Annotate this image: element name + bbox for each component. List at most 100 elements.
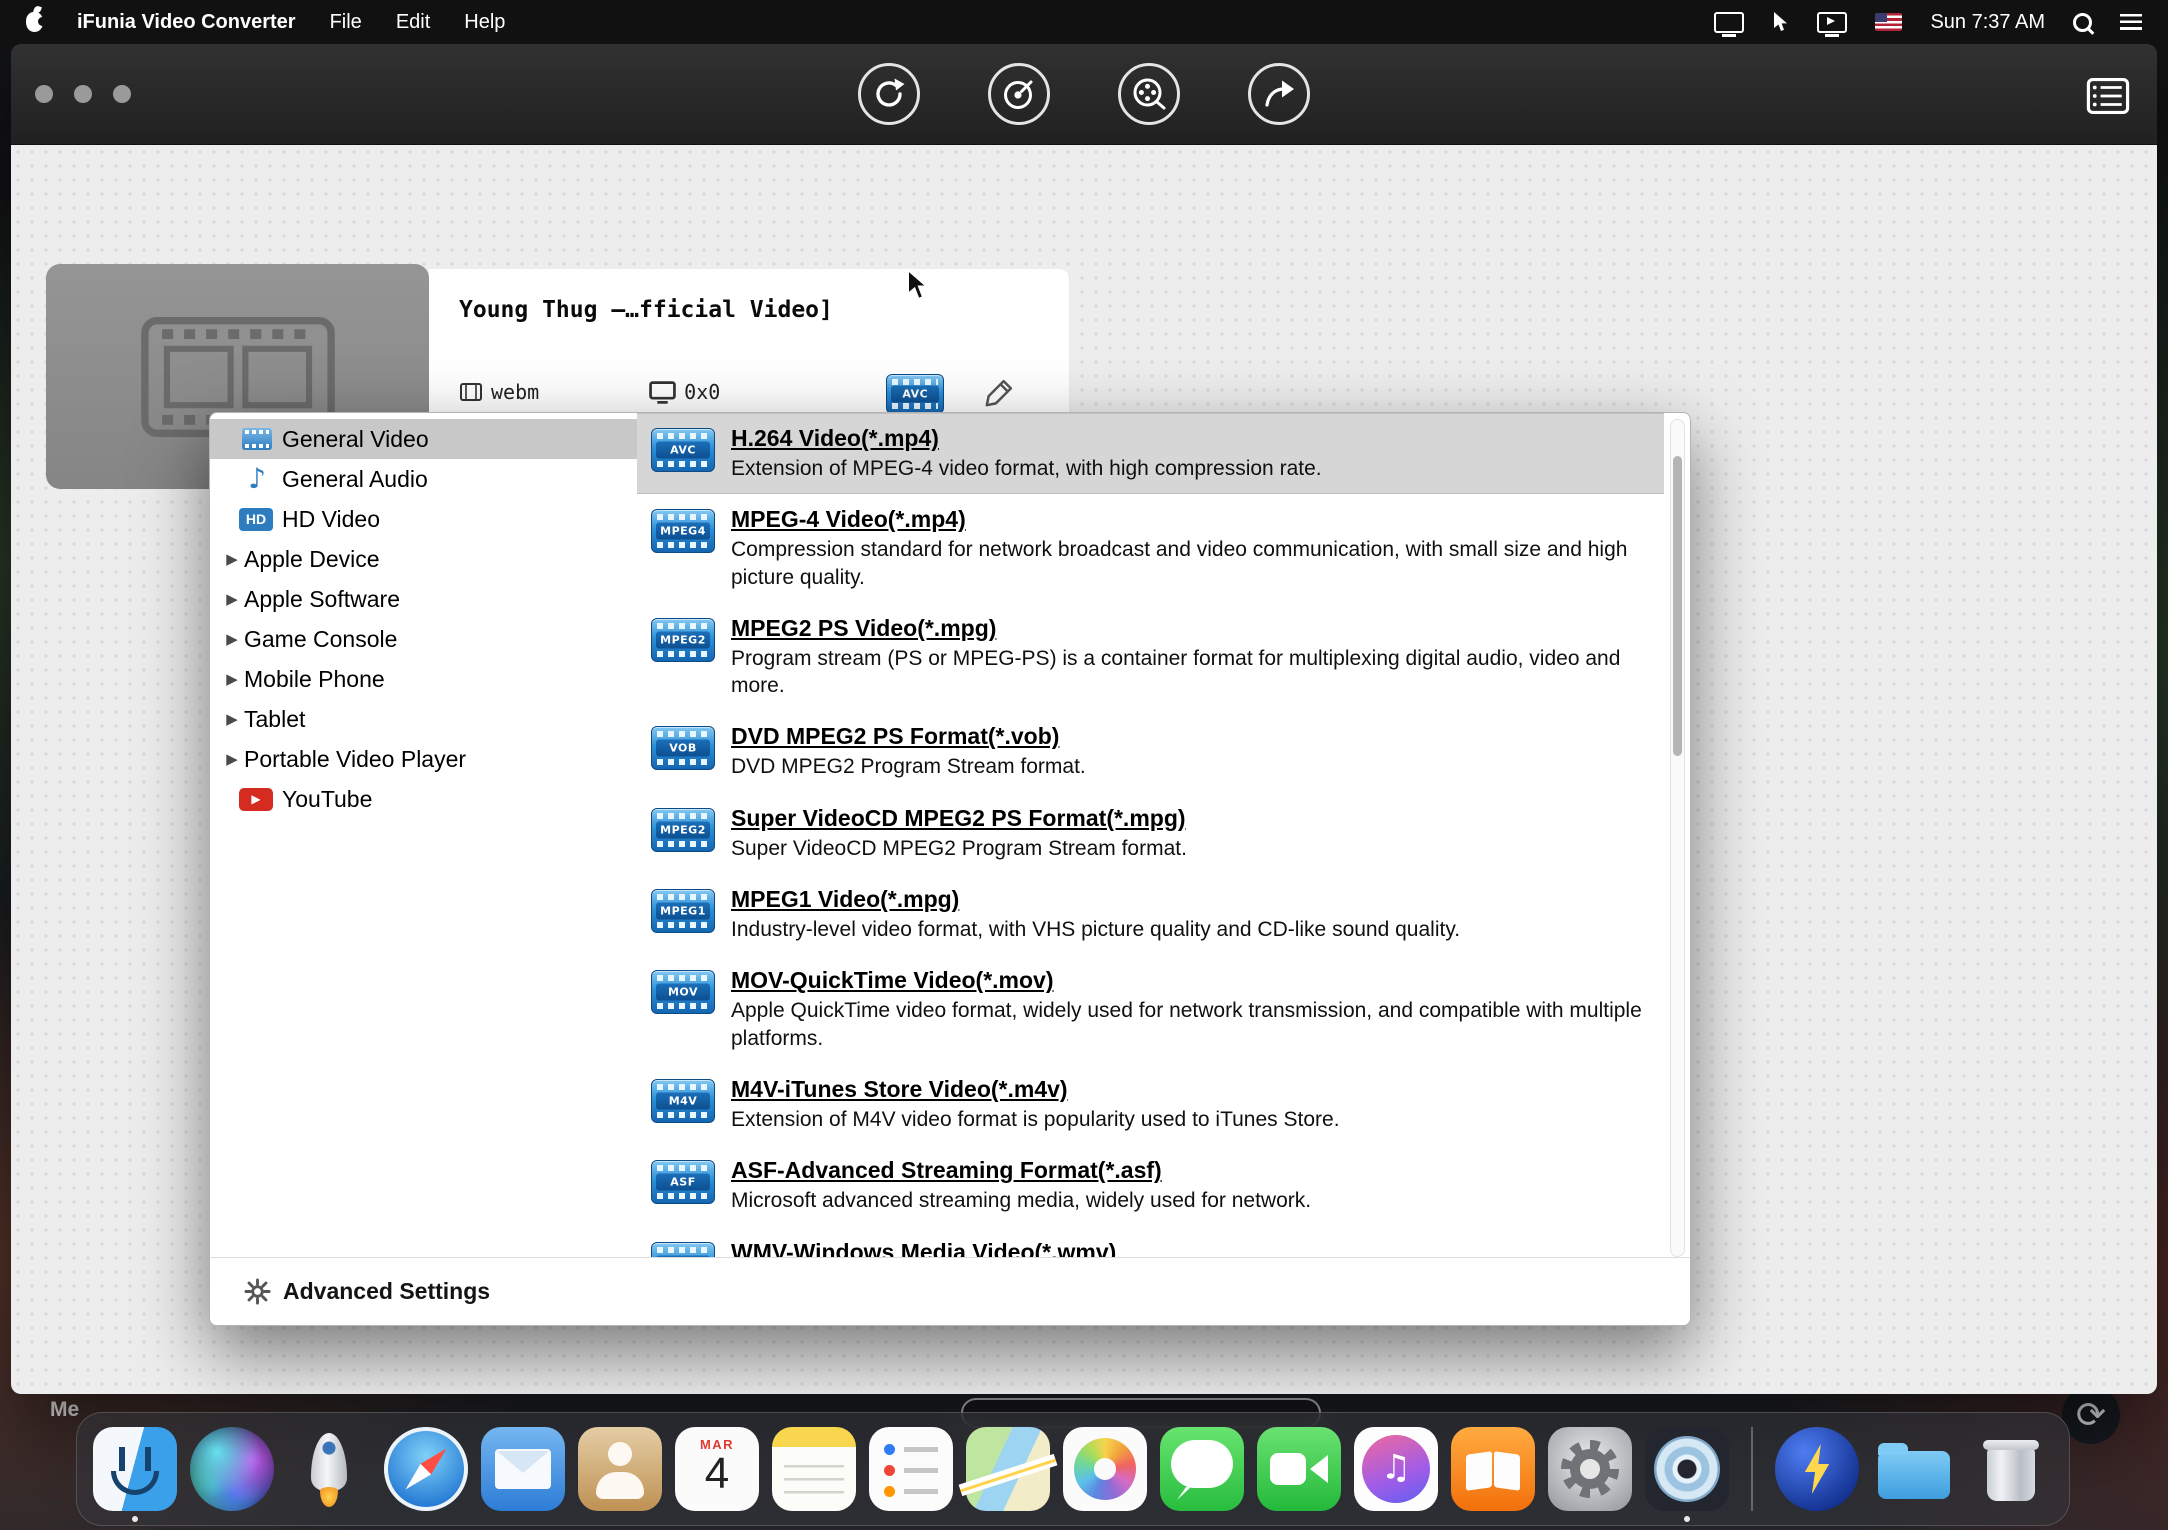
category-label: Apple Software bbox=[244, 585, 400, 612]
format-description: Super VideoCD MPEG2 Program Stream forma… bbox=[731, 836, 1187, 860]
format-row-mpeg-4-video-mp4[interactable]: MPEG4 MPEG-4 Video(*.mp4) Compression st… bbox=[637, 494, 1664, 603]
category-youtube[interactable]: ▶ YouTube bbox=[210, 779, 637, 819]
dock-system-preferences[interactable] bbox=[1545, 1424, 1635, 1514]
category-label: HD Video bbox=[282, 505, 381, 532]
music-icon: ♪ bbox=[248, 462, 266, 495]
mail-icon bbox=[481, 1427, 565, 1511]
format-name: Super VideoCD MPEG2 PS Format(*.mpg) bbox=[731, 804, 1186, 831]
zoom-window-button[interactable] bbox=[113, 85, 131, 103]
us-flag-input-icon[interactable] bbox=[1875, 13, 1903, 31]
format-name: MPEG2 PS Video(*.mpg) bbox=[731, 614, 997, 641]
apple-menu-icon[interactable] bbox=[26, 12, 47, 32]
category-game-console[interactable]: ▶ Game Console bbox=[210, 619, 637, 659]
category-general-video[interactable]: General Video bbox=[210, 419, 637, 459]
category-label: Apple Device bbox=[244, 545, 380, 572]
format-name: MPEG1 Video(*.mpg) bbox=[731, 886, 960, 913]
category-apple-software[interactable]: ▶ Apple Software bbox=[210, 579, 637, 619]
format-description: Industry-level video format, with VHS pi… bbox=[731, 918, 1461, 942]
format-badge-icon: MPEG1 bbox=[651, 889, 715, 934]
launchpad-icon bbox=[287, 1427, 371, 1511]
format-description: DVD MPEG2 Program Stream format. bbox=[731, 755, 1086, 779]
notification-center-icon[interactable] bbox=[2120, 14, 2142, 30]
downloads-folder-icon bbox=[1872, 1427, 1956, 1511]
format-row-super-videocd-mpeg2-ps-format-mpg[interactable]: MPEG2 Super VideoCD MPEG2 PS Format(*.mp… bbox=[637, 793, 1664, 874]
dock-calendar[interactable]: MAR 4 bbox=[672, 1424, 762, 1514]
app-menu-title[interactable]: iFunia Video Converter bbox=[77, 11, 296, 34]
background-partial-text: Me bbox=[50, 1398, 80, 1421]
dock-downloads-folder[interactable] bbox=[1869, 1424, 1959, 1514]
category-label: General Audio bbox=[282, 465, 428, 492]
format-badge-icon: ASF bbox=[651, 1160, 715, 1205]
dock-trash[interactable] bbox=[1966, 1424, 2056, 1514]
format-name: MPEG-4 Video(*.mp4) bbox=[731, 506, 966, 533]
menu-file[interactable]: File bbox=[330, 11, 362, 34]
dock-siri[interactable] bbox=[187, 1424, 277, 1514]
dock-safari[interactable] bbox=[381, 1424, 471, 1514]
format-badge-label: MOV bbox=[656, 983, 710, 1001]
menu-help[interactable]: Help bbox=[464, 11, 505, 34]
dock-contacts[interactable] bbox=[575, 1424, 665, 1514]
scrollbar-thumb[interactable] bbox=[1673, 456, 1682, 756]
container-format-value: webm bbox=[491, 380, 540, 404]
dock-maps[interactable] bbox=[963, 1424, 1053, 1514]
menu-bar: iFunia Video Converter File Edit Help Su… bbox=[0, 0, 2168, 44]
dock-mail[interactable] bbox=[478, 1424, 568, 1514]
category-hd-video[interactable]: HD HD Video bbox=[210, 499, 637, 539]
media-browser-button[interactable] bbox=[2086, 78, 2130, 114]
menu-edit[interactable]: Edit bbox=[396, 11, 430, 34]
dock-facetime[interactable] bbox=[1254, 1424, 1344, 1514]
dock-power-utility[interactable] bbox=[1772, 1424, 1862, 1514]
dock-reminders[interactable] bbox=[866, 1424, 956, 1514]
category-general-audio[interactable]: ♪ General Audio bbox=[210, 459, 637, 499]
media-reel-button[interactable] bbox=[1118, 63, 1180, 125]
format-row-dvd-mpeg2-ps-format-vob[interactable]: VOB DVD MPEG2 PS Format(*.vob) DVD MPEG2… bbox=[637, 711, 1664, 792]
format-row-mov-quicktime-video-mov[interactable]: MOV MOV-QuickTime Video(*.mov) Apple Qui… bbox=[637, 955, 1664, 1064]
output-format-badge[interactable]: AVC bbox=[886, 373, 945, 414]
edit-pencil-icon[interactable] bbox=[984, 377, 1015, 408]
share-icon bbox=[1265, 80, 1294, 107]
dock: MAR 4 bbox=[76, 1412, 2070, 1526]
screen-share-icon[interactable] bbox=[1817, 11, 1848, 37]
messages-icon bbox=[1160, 1427, 1244, 1511]
format-badge-label: M4V bbox=[656, 1092, 710, 1110]
advanced-settings-row[interactable]: Advanced Settings bbox=[210, 1257, 1690, 1325]
format-name: H.264 Video(*.mp4) bbox=[731, 425, 939, 451]
dock-messages[interactable] bbox=[1157, 1424, 1247, 1514]
maps-icon bbox=[966, 1427, 1050, 1511]
close-window-button[interactable] bbox=[35, 85, 53, 103]
window-content: Young Thug —…fficial Video] webm 0x0 AVC… bbox=[11, 145, 2157, 1394]
dock-itunes[interactable] bbox=[1351, 1424, 1441, 1514]
youtube-icon: ▶ bbox=[239, 787, 273, 811]
dock-notes[interactable] bbox=[769, 1424, 859, 1514]
dock-photos[interactable] bbox=[1060, 1424, 1150, 1514]
menu-bar-clock[interactable]: Sun 7:37 AM bbox=[1930, 11, 2045, 34]
category-apple-device[interactable]: ▶ Apple Device bbox=[210, 539, 637, 579]
burn-disc-button[interactable] bbox=[988, 63, 1050, 125]
dock-books[interactable] bbox=[1448, 1424, 1538, 1514]
category-portable-video-player[interactable]: ▶ Portable Video Player bbox=[210, 739, 637, 779]
advanced-settings-label: Advanced Settings bbox=[283, 1278, 491, 1304]
dock-finder[interactable] bbox=[90, 1424, 180, 1514]
facetime-icon bbox=[1257, 1427, 1341, 1511]
format-row-h-264-video-mp4[interactable]: AVC H.264 Video(*.mp4) Extension of MPEG… bbox=[637, 413, 1664, 495]
format-row-m4v-itunes-store-video-m4v[interactable]: M4V M4V-iTunes Store Video(*.m4v) Extens… bbox=[637, 1064, 1664, 1145]
background-sync-disc-icon bbox=[2062, 1386, 2120, 1444]
category-mobile-phone[interactable]: ▶ Mobile Phone bbox=[210, 659, 637, 699]
format-category-list: General Video ♪ General Audio HD HD Vide… bbox=[210, 419, 637, 819]
share-button[interactable] bbox=[1248, 63, 1310, 125]
remote-cursor-icon[interactable] bbox=[1772, 11, 1789, 33]
format-row-asf-advanced-streaming-format-asf[interactable]: ASF ASF-Advanced Streaming Format(*.asf)… bbox=[637, 1145, 1664, 1226]
display-mirroring-icon[interactable] bbox=[1714, 11, 1745, 37]
format-badge-label: AVC bbox=[656, 441, 710, 459]
dock-ifunia-video-converter[interactable] bbox=[1642, 1424, 1732, 1514]
format-row-mpeg1-video-mpg[interactable]: MPEG1 MPEG1 Video(*.mpg) Industry-level … bbox=[637, 874, 1664, 955]
dock-launchpad[interactable] bbox=[284, 1424, 374, 1514]
format-row-wmv-windows-media-video-wmv[interactable]: WMV WMV-Windows Media Video(*.wmv) bbox=[637, 1227, 1664, 1258]
burn-disc-icon bbox=[1004, 80, 1033, 109]
format-row-mpeg2-ps-video-mpg[interactable]: MPEG2 MPEG2 PS Video(*.mpg) Program stre… bbox=[637, 603, 1664, 712]
format-list-scrollbar[interactable] bbox=[1670, 419, 1685, 1257]
minimize-window-button[interactable] bbox=[74, 85, 92, 103]
spotlight-icon[interactable] bbox=[2073, 12, 2092, 32]
convert-button[interactable] bbox=[858, 63, 920, 125]
category-tablet[interactable]: ▶ Tablet bbox=[210, 699, 637, 739]
